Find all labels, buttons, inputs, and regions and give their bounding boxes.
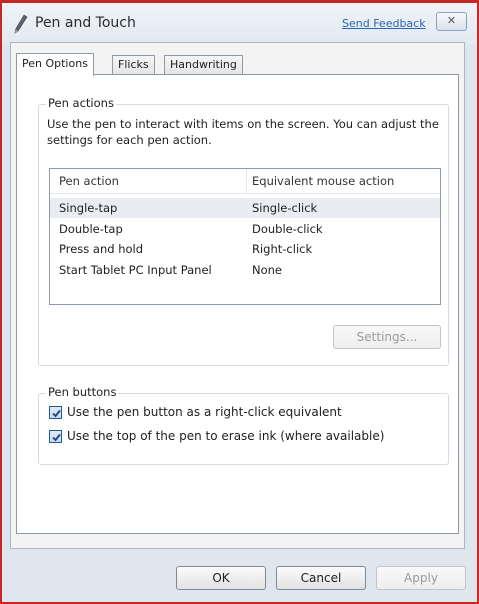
tab-handwriting[interactable]: Handwriting bbox=[164, 55, 243, 75]
pen-action-cell: Double-tap bbox=[59, 222, 123, 236]
pen-actions-description: Use the pen to interact with items on th… bbox=[47, 117, 439, 147]
checkmark-icon bbox=[52, 433, 61, 442]
column-header-pen-action[interactable]: Pen action bbox=[59, 174, 119, 188]
column-divider[interactable] bbox=[246, 169, 247, 193]
list-row-single-tap[interactable]: Single-tap Single-click bbox=[50, 198, 440, 218]
tab-flicks[interactable]: Flicks bbox=[112, 55, 155, 75]
apply-button[interactable]: Apply bbox=[376, 566, 466, 590]
list-header: Pen action Equivalent mouse action bbox=[50, 169, 440, 194]
window-title: Pen and Touch bbox=[35, 15, 136, 31]
tab-label: Pen Options bbox=[22, 57, 88, 70]
mouse-action-cell: Double-click bbox=[252, 222, 323, 236]
tab-label: Handwriting bbox=[170, 58, 237, 71]
list-row-double-tap[interactable]: Double-tap Double-click bbox=[50, 219, 440, 239]
pen-action-cell: Single-tap bbox=[59, 201, 118, 215]
ok-button[interactable]: OK bbox=[176, 566, 266, 590]
right-click-checkbox[interactable] bbox=[49, 406, 62, 419]
erase-ink-label[interactable]: Use the top of the pen to erase ink (whe… bbox=[67, 429, 384, 443]
tab-label: Flicks bbox=[118, 58, 149, 71]
mouse-action-cell: Right-click bbox=[252, 242, 313, 256]
erase-ink-checkbox[interactable] bbox=[49, 430, 62, 443]
pen-actions-list[interactable]: Pen action Equivalent mouse action Singl… bbox=[49, 168, 441, 305]
tab-pen-options[interactable]: Pen Options bbox=[16, 53, 94, 76]
title-bar[interactable]: Pen and Touch Send Feedback ✕ bbox=[2, 3, 477, 45]
pen-actions-legend: Pen actions bbox=[46, 96, 116, 110]
close-button[interactable]: ✕ bbox=[436, 12, 467, 31]
mouse-action-cell: None bbox=[252, 263, 283, 277]
settings-button[interactable]: Settings... bbox=[333, 325, 441, 349]
pen-icon bbox=[14, 14, 28, 34]
checkmark-icon bbox=[52, 409, 61, 418]
column-header-mouse-action[interactable]: Equivalent mouse action bbox=[252, 174, 394, 188]
pen-buttons-legend: Pen buttons bbox=[46, 385, 119, 399]
cancel-button[interactable]: Cancel bbox=[276, 566, 366, 590]
pen-action-cell: Start Tablet PC Input Panel bbox=[59, 263, 212, 277]
send-feedback-link[interactable]: Send Feedback bbox=[342, 17, 426, 30]
close-icon: ✕ bbox=[446, 14, 457, 27]
list-row-press-and-hold[interactable]: Press and hold Right-click bbox=[50, 239, 440, 259]
pen-action-cell: Press and hold bbox=[59, 242, 144, 256]
mouse-action-cell: Single-click bbox=[252, 201, 318, 215]
list-row-input-panel[interactable]: Start Tablet PC Input Panel None bbox=[50, 260, 440, 280]
right-click-label[interactable]: Use the pen button as a right-click equi… bbox=[67, 405, 342, 419]
